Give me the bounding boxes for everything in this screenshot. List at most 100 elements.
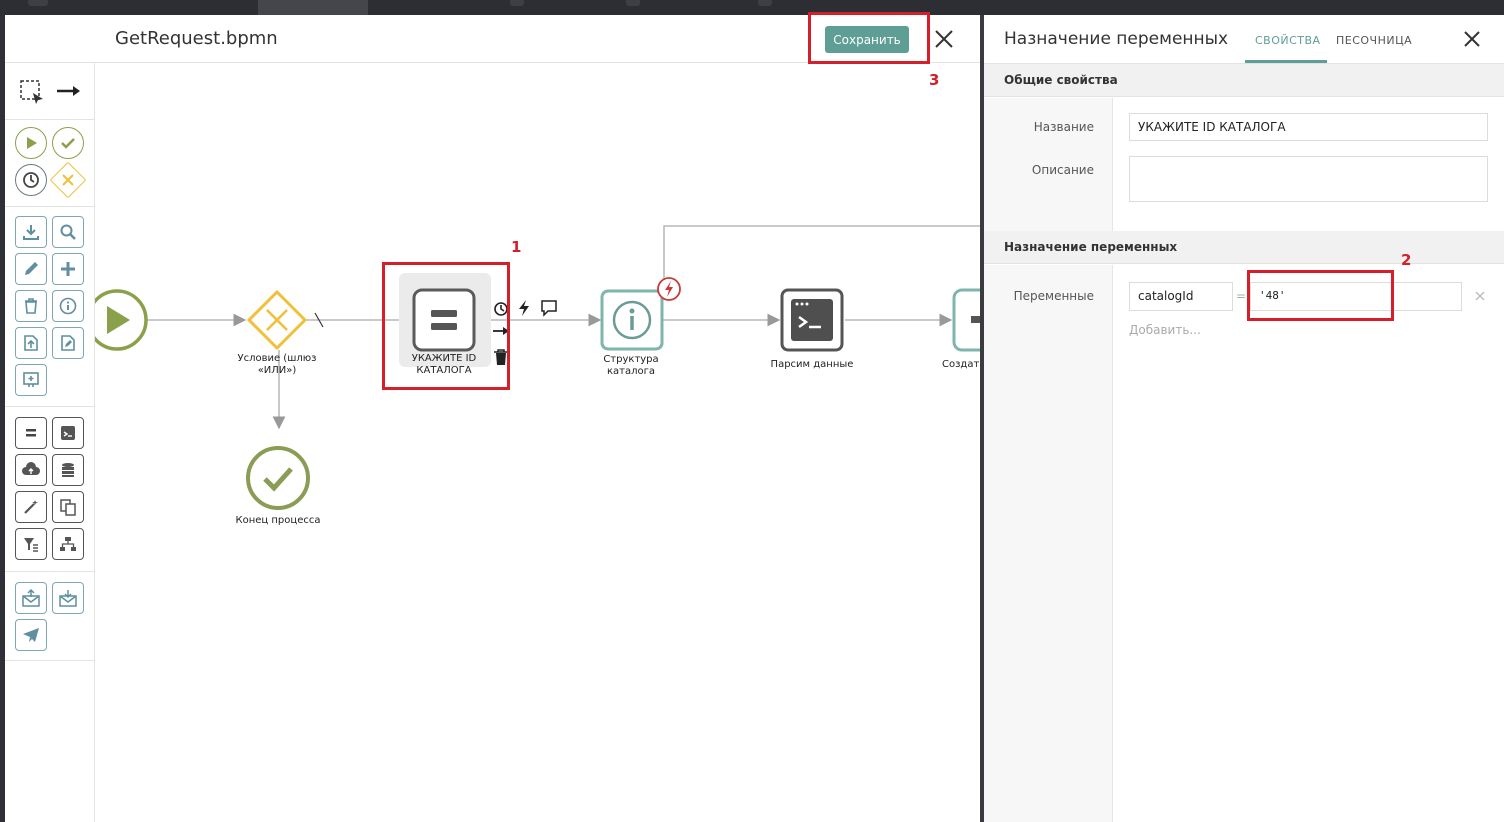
- filter-tool[interactable]: [15, 528, 47, 560]
- create-task-label: Создат: [942, 359, 980, 370]
- panel-header: Назначение переменных СВОЙСТВА ПЕСОЧНИЦА: [984, 15, 1504, 64]
- script-tool[interactable]: [52, 417, 84, 449]
- description-label: Описание: [1031, 163, 1094, 177]
- connect-arrow-icon[interactable]: [55, 81, 83, 101]
- assign-variables-tool[interactable]: [15, 417, 47, 449]
- edit-file-tool[interactable]: [52, 327, 84, 359]
- name-input[interactable]: УКАЖИТЕ ID КАТАЛОГА: [1129, 113, 1488, 141]
- delete-tool[interactable]: [15, 290, 47, 322]
- create-task[interactable]: [951, 287, 980, 353]
- variables-label: Переменные: [1013, 289, 1094, 303]
- diagram-connections: [147, 225, 980, 430]
- equals-sign: =: [1236, 289, 1247, 303]
- variable-name-input[interactable]: catalogId: [1129, 282, 1233, 311]
- filter-icon: [24, 538, 38, 552]
- play-icon: [27, 137, 37, 149]
- highlight-box-2: [1247, 270, 1394, 321]
- x-icon: [62, 174, 74, 186]
- end-event-label: Конец процесса: [235, 515, 321, 526]
- remove-variable-icon[interactable]: [1475, 291, 1485, 301]
- database-icon: [62, 463, 74, 477]
- parse-data-task[interactable]: [779, 287, 845, 353]
- requests-icon[interactable]: [758, 0, 772, 6]
- hierarchy-icon: [60, 537, 76, 551]
- end-event-tool[interactable]: [52, 127, 84, 159]
- tab-properties[interactable]: СВОЙСТВА: [1255, 34, 1321, 47]
- terminal-icon: [61, 426, 75, 440]
- parse-data-label: Парсим данные: [770, 359, 854, 370]
- error-boundary-icon[interactable]: [656, 276, 682, 302]
- download-tool[interactable]: [15, 216, 47, 248]
- copy-files-icon: [60, 499, 76, 516]
- variables-section-header: Назначение переменных: [984, 231, 1504, 264]
- equals-icon: [26, 429, 36, 437]
- gateway-label: Условие (шлюз «ИЛИ»): [237, 353, 317, 376]
- search-tool[interactable]: [52, 216, 84, 248]
- info-icon: [59, 297, 77, 315]
- timer-event-tool[interactable]: [15, 164, 47, 196]
- mail-download-icon: [59, 590, 77, 607]
- mail-receive-tool[interactable]: [52, 582, 84, 614]
- annotation-number-3: 3: [929, 71, 940, 89]
- add-variable-link[interactable]: Добавить...: [1129, 323, 1201, 337]
- services-icon[interactable]: [510, 0, 524, 6]
- info-tool[interactable]: [52, 290, 84, 322]
- clock-icon: [23, 172, 39, 188]
- tab-properties-underline: [1245, 60, 1327, 63]
- cloud-upload-tool[interactable]: [15, 454, 47, 486]
- trash-icon: [25, 298, 37, 314]
- cloud-upload-icon: [22, 462, 40, 475]
- paper-plane-icon: [23, 628, 39, 642]
- properties-panel: Назначение переменных СВОЙСТВА ПЕСОЧНИЦА…: [984, 15, 1504, 822]
- variables-label-column: [984, 265, 1113, 822]
- menu-icon[interactable]: [28, 0, 48, 6]
- comment-context-icon[interactable]: [540, 299, 558, 317]
- catalog-structure-label: Структура каталога: [603, 354, 659, 377]
- lasso-select-icon[interactable]: [19, 79, 45, 105]
- lightning-context-icon[interactable]: [517, 299, 531, 317]
- start-event[interactable]: [95, 287, 155, 353]
- highlight-box-1: [382, 262, 510, 390]
- hierarchy-tool[interactable]: [52, 528, 84, 560]
- check-icon: [61, 138, 75, 149]
- annotation-number-1: 1: [511, 238, 522, 256]
- edit-tool[interactable]: [15, 253, 47, 285]
- magic-tool[interactable]: [15, 491, 47, 523]
- file-upload-icon: [24, 335, 38, 351]
- end-event[interactable]: [245, 445, 311, 511]
- active-app-tab[interactable]: [258, 0, 368, 15]
- close-panel-icon[interactable]: [1460, 27, 1484, 51]
- download-icon: [23, 225, 39, 240]
- database-tool[interactable]: [52, 454, 84, 486]
- display-tool[interactable]: [15, 364, 47, 396]
- pencil-icon: [25, 262, 38, 275]
- file-edit-icon: [61, 335, 75, 351]
- plus-icon: [61, 262, 75, 276]
- gear-icon[interactable]: [626, 0, 640, 6]
- highlight-box-3: [808, 12, 930, 64]
- tab-sandbox[interactable]: ПЕСОЧНИЦА: [1336, 34, 1412, 47]
- diagram-canvas[interactable]: Условие (шлюз «ИЛИ») Конец процесса УКАЖ…: [95, 63, 980, 822]
- general-section-header: Общие свойства: [984, 64, 1504, 97]
- start-event-tool[interactable]: [15, 127, 47, 159]
- bpmn-editor: GetRequest.bpmn Сохранить Условие (шлюз …: [5, 12, 980, 822]
- magic-wand-icon: [24, 500, 38, 514]
- name-label: Название: [1033, 120, 1094, 134]
- upload-file-tool[interactable]: [15, 327, 47, 359]
- telegram-tool[interactable]: [15, 619, 47, 651]
- tool-palette: [5, 63, 95, 822]
- gateway-tool[interactable]: [49, 161, 87, 199]
- description-input[interactable]: [1129, 156, 1488, 202]
- panel-title: Назначение переменных: [1004, 29, 1229, 49]
- editor-title: GetRequest.bpmn: [115, 28, 278, 49]
- annotation-number-2: 2: [1401, 251, 1412, 269]
- gateway-or[interactable]: [245, 288, 309, 352]
- copy-tool[interactable]: [52, 491, 84, 523]
- top-app-bar: [0, 0, 1504, 15]
- add-tool[interactable]: [52, 253, 84, 285]
- mail-send-tool[interactable]: [15, 582, 47, 614]
- mail-upload-icon: [22, 589, 40, 607]
- monitor-plus-icon: [23, 372, 39, 387]
- search-icon: [60, 224, 76, 240]
- close-editor-icon[interactable]: [932, 27, 956, 51]
